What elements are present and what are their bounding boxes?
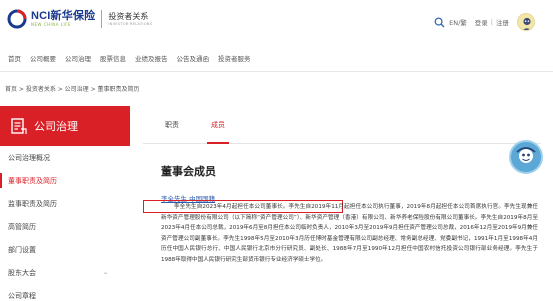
nav-item-announcements[interactable]: 公告及通函 (177, 53, 210, 63)
main-content: 职责 成员 董事会成员 李全先生 中国国籍 李全先生自2023年4月起担任本公司… (143, 106, 553, 301)
site-header: NCI新华保险 NEW CHINA LIFE 投资者关系 INVESTOR RE… (0, 0, 553, 44)
register-link[interactable]: 注册 (496, 17, 509, 27)
nci-logo-icon (6, 8, 28, 30)
person-bio-text: 李全先生自2023年4月起担任本公司董事长。李先生自2019年11月起担任本公司… (161, 204, 538, 263)
sidebar-header: 公司治理 (0, 106, 130, 146)
breadcrumb[interactable]: 首页 > 投资者关系 > 公司治理 > 董事职责及简历 (5, 84, 140, 93)
section-brand-title: 投资者关系 (108, 12, 149, 21)
logo-divider (101, 10, 103, 28)
sidebar-item-departments[interactable]: 部门设置 (0, 238, 130, 261)
floating-helper-icon[interactable] (509, 140, 543, 174)
language-switch[interactable]: EN/繁 (449, 17, 467, 27)
sidebar-item-shareholder-meeting[interactable]: 股东大会 ⌄ (0, 261, 130, 284)
sidebar-item-articles[interactable]: 公司章程 (0, 284, 130, 301)
nav-item-governance[interactable]: 公司治理 (65, 53, 91, 63)
logo-sub-text: NEW CHINA LIFE (31, 22, 71, 27)
chevron-down-icon[interactable]: ⌄ (103, 269, 108, 276)
main-nav: 首页 公司概要 公司治理 股票信息 业绩及报告 公告及通函 投资者服务 (0, 44, 553, 72)
tab-members[interactable]: 成员 (211, 120, 225, 130)
tab-bar: 职责 成员 (143, 106, 541, 144)
nav-item-company-overview[interactable]: 公司概要 (30, 53, 56, 63)
sidebar-menu: 公司治理概况 董事职责及简历 监事职责及简历 高管简历 部门设置 股东大会 ⌄ … (0, 146, 130, 301)
nav-item-home[interactable]: 首页 (8, 53, 21, 63)
logo-main-text: NCI新华保险 (31, 10, 96, 22)
sidebar-item-supervisors[interactable]: 监事职责及简历 (0, 192, 130, 215)
search-icon[interactable] (434, 17, 445, 28)
active-tab-indicator (207, 142, 229, 144)
nav-item-reports[interactable]: 业绩及报告 (135, 53, 168, 63)
logo-group[interactable]: NCI新华保险 NEW CHINA LIFE 投资者关系 INVESTOR RE… (6, 8, 152, 30)
sidebar-item-label: 股东大会 (8, 268, 36, 277)
sidebar-item-governance-overview[interactable]: 公司治理概况 (0, 146, 130, 169)
user-avatar-icon[interactable] (517, 13, 535, 31)
tab-duties[interactable]: 职责 (165, 120, 179, 130)
login-divider: | (490, 18, 493, 26)
document-icon (10, 117, 28, 135)
page-title: 董事会成员 (161, 165, 216, 178)
login-link[interactable]: 登录 (475, 17, 488, 27)
sidebar-item-directors[interactable]: 董事职责及简历 (0, 169, 130, 192)
sidebar: 公司治理 公司治理概况 董事职责及简历 监事职责及简历 高管简历 部门设置 股东… (0, 106, 130, 301)
sidebar-item-executives[interactable]: 高管简历 (0, 215, 130, 238)
section-brand-sub: INVESTOR RELATIONS (108, 22, 153, 26)
nav-item-stock-info[interactable]: 股票信息 (100, 53, 126, 63)
nav-item-investor-services[interactable]: 投资者服务 (218, 53, 251, 63)
sidebar-title: 公司治理 (34, 120, 78, 133)
header-tools: EN/繁 登录 | 注册 (434, 13, 535, 31)
